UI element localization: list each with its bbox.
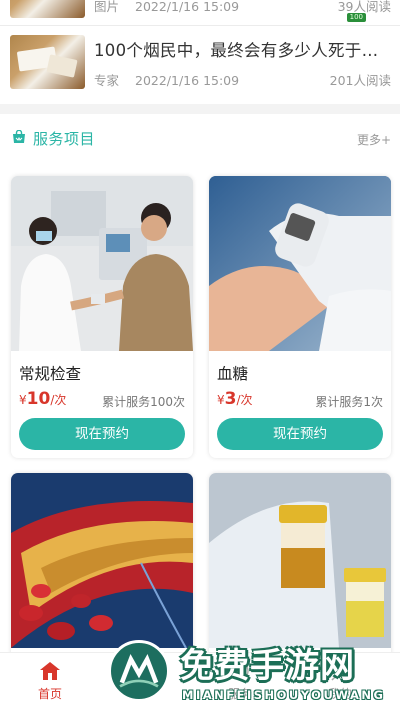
article-item[interactable]: 图片 2022/1/16 15:09 39人阅读 xyxy=(0,0,400,26)
service-price: ¥3/次 xyxy=(217,389,253,409)
more-link[interactable]: 更多+ xyxy=(357,131,391,148)
article-item[interactable]: 100个烟民中，最终会有多少人死于肺癌？ 专家 2022/1/16 15:09 … xyxy=(0,27,400,103)
book-now-button[interactable]: 现在预约 xyxy=(217,418,383,450)
article-meta: 专家 2022/1/16 15:09 xyxy=(94,70,251,89)
article-meta: 图片 2022/1/16 15:09 xyxy=(94,0,251,15)
watermark-logo xyxy=(108,640,170,702)
article-thumbnail xyxy=(10,35,85,89)
section-title: 服务项目 xyxy=(33,130,96,148)
shopping-bag-icon xyxy=(13,130,25,143)
article-date: 2022/1/16 15:09 xyxy=(135,0,240,14)
section-divider xyxy=(0,104,400,114)
service-name: 常规检查 xyxy=(19,365,82,383)
service-image-blood-sugar xyxy=(209,176,391,351)
article-title: 100个烟民中，最终会有多少人死于肺癌？ xyxy=(94,41,394,60)
watermark: 免费手游网 MIANFEISHOUYOUWANG xyxy=(108,636,398,708)
service-count: 累计服务100次 xyxy=(102,395,185,409)
book-now-button[interactable]: 现在预约 xyxy=(19,418,185,450)
notification-badge: 100 xyxy=(346,13,366,22)
article-category: 专家 xyxy=(94,73,120,88)
service-price: ¥10/次 xyxy=(19,389,67,409)
article-thumbnail xyxy=(10,0,85,18)
service-card[interactable]: 常规检查 ¥10/次 累计服务100次 现在预约 xyxy=(11,176,193,458)
watermark-subtitle: MIANFEISHOUYOUWANG xyxy=(182,688,386,702)
home-icon xyxy=(40,662,60,680)
service-name: 血糖 xyxy=(217,365,249,383)
service-count: 累计服务1次 xyxy=(315,395,383,409)
service-image-blood-vessel xyxy=(11,473,193,648)
article-date: 2022/1/16 15:09 xyxy=(135,73,240,88)
watermark-title: 免费手游网 xyxy=(180,646,355,686)
tab-label: 首页 xyxy=(37,687,62,701)
article-reads: 201人阅读 xyxy=(329,73,391,88)
services-section-header: 服务项目 更多+ xyxy=(0,118,400,158)
service-image-urine-test xyxy=(209,473,391,648)
article-category: 图片 xyxy=(94,0,120,14)
service-card[interactable]: 血糖 ¥3/次 累计服务1次 现在预约 xyxy=(209,176,391,458)
service-image-checkup xyxy=(11,176,193,351)
tab-home[interactable]: 首页 xyxy=(10,661,90,702)
